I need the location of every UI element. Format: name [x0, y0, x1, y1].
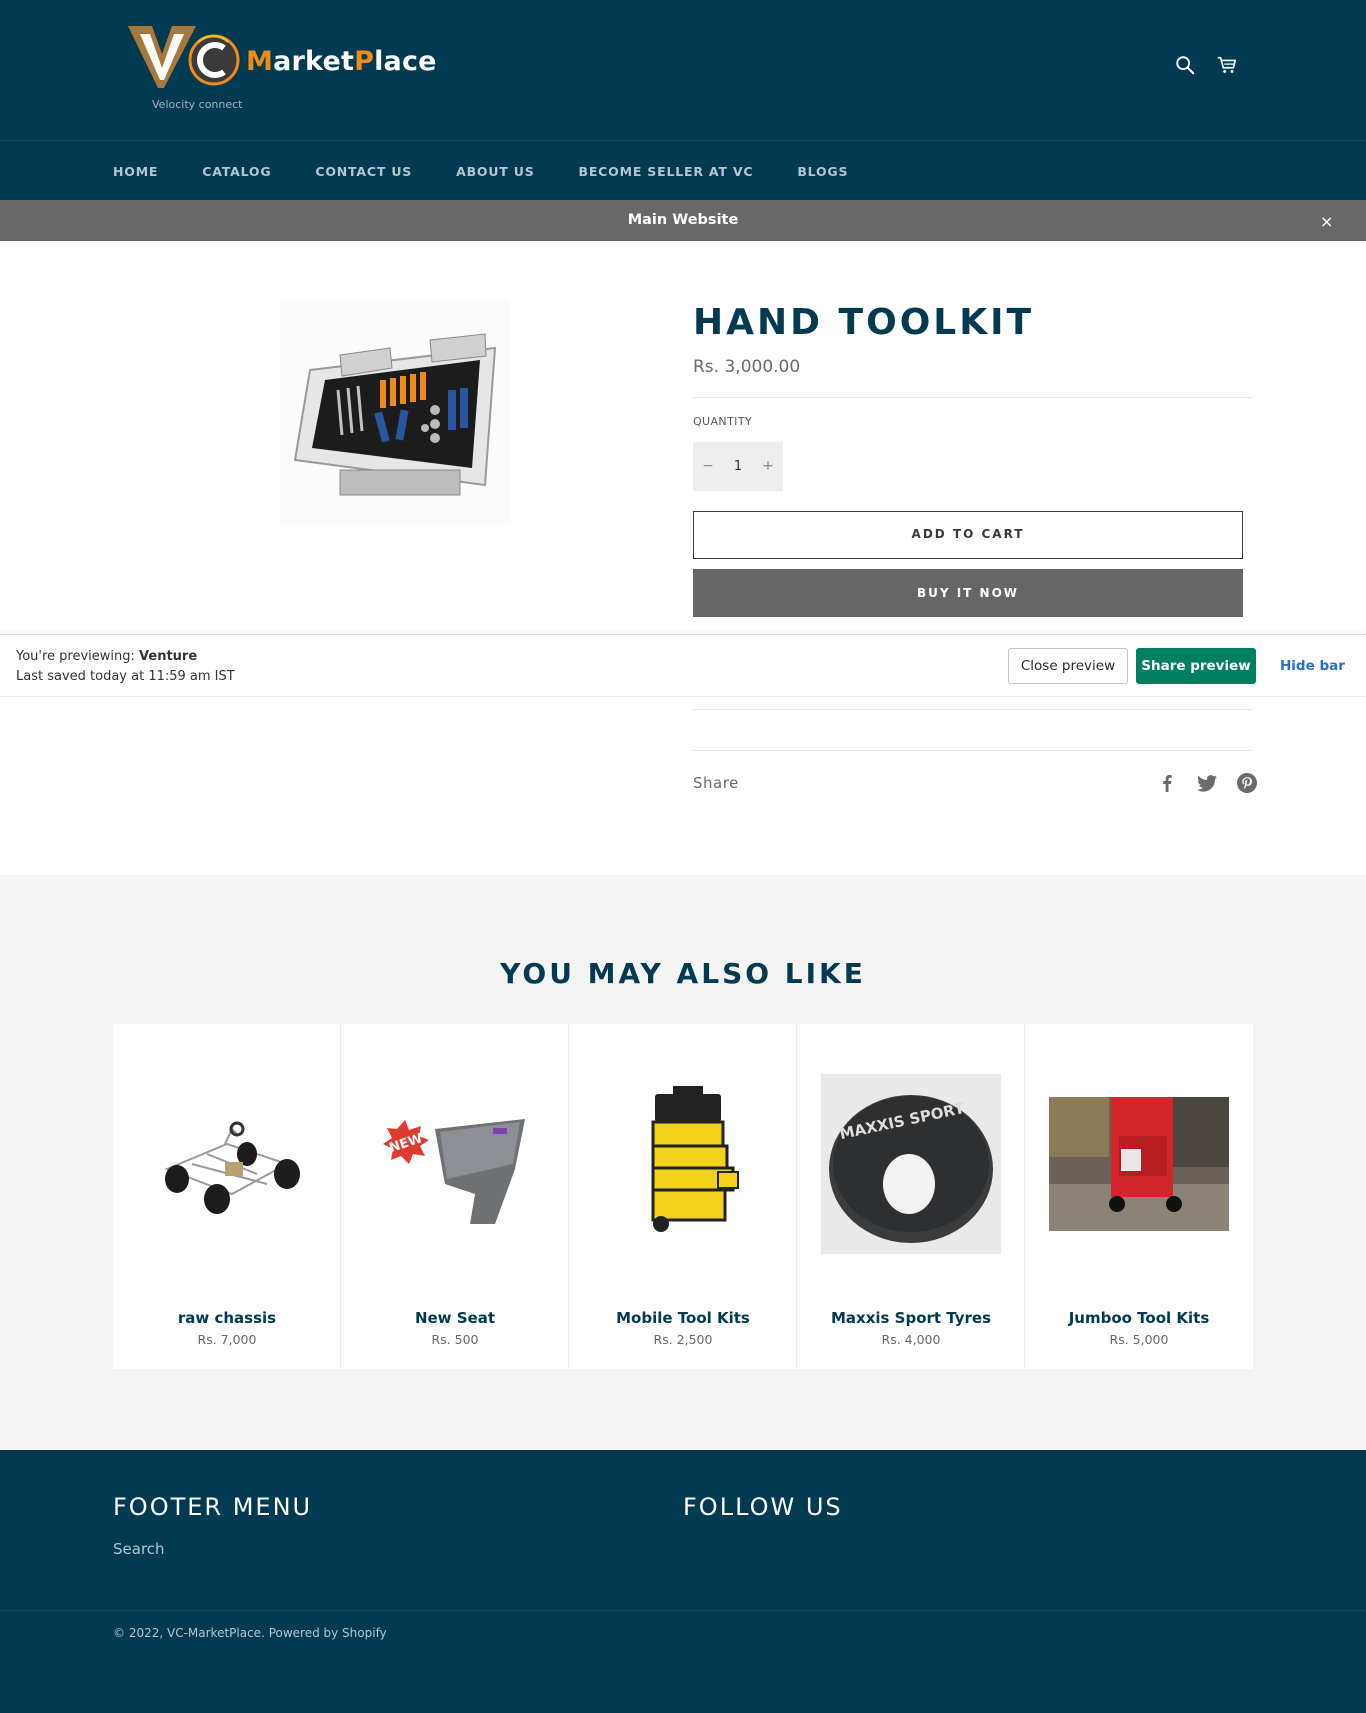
share-preview-button[interactable]: Share preview [1136, 648, 1256, 684]
shop-name-link[interactable]: VC-MarketPlace [167, 1626, 261, 1640]
product-card-price: Rs. 4,000 [881, 1332, 941, 1347]
copyright-text: © 2022, [113, 1626, 167, 1640]
nav-item-contact-us[interactable]: CONTACT US [315, 164, 412, 179]
footer-search-link[interactable]: Search [113, 1540, 165, 1558]
product-card-mobile-tool-kits[interactable]: Mobile Tool Kits Rs. 2,500 [569, 1024, 797, 1369]
related-products-section: YOU MAY ALSO LIKE raw chassis Rs. 7,000 [0, 875, 1366, 1450]
quantity-decrease-button[interactable]: − [693, 442, 723, 491]
twitter-icon[interactable] [1195, 771, 1219, 795]
buy-it-now-button[interactable]: BUY IT NOW [693, 569, 1243, 617]
divider [693, 750, 1253, 751]
header-icons [1174, 54, 1238, 76]
nav-item-about-us[interactable]: ABOUT US [456, 164, 534, 179]
product-card-name: Mobile Tool Kits [616, 1309, 750, 1327]
toolbox-image [280, 300, 510, 525]
logo-letter-p: P [354, 46, 375, 77]
preview-theme-name: Venture [139, 649, 198, 664]
close-icon[interactable]: × [1320, 212, 1333, 231]
footer-copyright: © 2022, VC-MarketPlace. Powered by Shopi… [113, 1626, 387, 1640]
announcement-text[interactable]: Main Website [0, 212, 1366, 228]
product-card-jumboo-tool-kits[interactable]: Jumboo Tool Kits Rs. 5,000 [1025, 1024, 1253, 1369]
cart-icon[interactable] [1216, 54, 1238, 76]
product-card-price: Rs. 7,000 [197, 1332, 257, 1347]
social-share-icons [1155, 771, 1259, 795]
quantity-increase-button[interactable]: + [753, 442, 783, 491]
jumbo-toolbox-image [1049, 1097, 1229, 1231]
product-card-new-seat[interactable]: NEW New Seat Rs. 500 [341, 1024, 569, 1369]
add-to-cart-button[interactable]: ADD TO CART [693, 511, 1243, 559]
nav-item-catalog[interactable]: CATALOG [202, 164, 271, 179]
divider [693, 709, 1253, 710]
seat-image: NEW [383, 1119, 525, 1224]
logo-tagline: Velocity connect [152, 98, 243, 111]
product-price: Rs. 3,000.00 [693, 357, 801, 377]
product-card-price: Rs. 5,000 [1109, 1332, 1169, 1347]
mobile-toolbox-image [651, 1086, 739, 1232]
announcement-bar[interactable]: Main Website × [0, 200, 1366, 241]
product-title: HAND TOOLKIT [693, 302, 1035, 343]
facebook-icon[interactable] [1155, 771, 1179, 795]
footer-follow-title: FOLLOW US [683, 1493, 843, 1521]
related-products-title: YOU MAY ALSO LIKE [500, 957, 866, 990]
site-header: MarketPlace Velocity connect [0, 0, 1366, 140]
tyre-image: MAXXIS SPORT [821, 1074, 1001, 1254]
product-card-raw-chassis[interactable]: raw chassis Rs. 7,000 [113, 1024, 341, 1369]
powered-by-shopify-link[interactable]: . Powered by Shopify [261, 1626, 387, 1640]
product-card-price: Rs. 500 [431, 1332, 479, 1347]
product-card-name: New Seat [414, 1309, 496, 1327]
preview-prefix: You're previewing: [16, 649, 140, 664]
store-logo[interactable]: MarketPlace Velocity connect [126, 20, 436, 120]
logo-letters-lace: lace [374, 46, 437, 77]
nav-list: HOME CATALOG CONTACT US ABOUT US BECOME … [113, 164, 892, 179]
quantity-input[interactable]: 1 [723, 442, 753, 491]
product-image[interactable] [280, 300, 510, 525]
divider [693, 397, 1253, 398]
product-card-price: Rs. 2,500 [653, 1332, 713, 1347]
product-card-maxxis-sport-tyres[interactable]: MAXXIS SPORT Maxxis Sport Tyres Rs. 4,00… [797, 1024, 1025, 1369]
product-card-name: raw chassis [177, 1309, 277, 1327]
logo-wordmark: MarketPlace [246, 46, 437, 77]
related-products-grid: raw chassis Rs. 7,000 NEW New Seat Rs. 5… [113, 1024, 1253, 1369]
product-card-name: Maxxis Sport Tyres [830, 1309, 992, 1327]
pinterest-icon[interactable] [1235, 771, 1259, 795]
search-icon[interactable] [1174, 54, 1196, 76]
logo-letter-m: M [246, 46, 274, 77]
logo-letters-arket: arket [273, 46, 355, 77]
product-card-name: Jumboo Tool Kits [1068, 1309, 1210, 1327]
hide-bar-link[interactable]: Hide bar [1280, 658, 1345, 674]
vc-logo-mark-icon [128, 26, 240, 88]
main-navigation: HOME CATALOG CONTACT US ABOUT US BECOME … [0, 140, 1366, 200]
close-preview-button[interactable]: Close preview [1008, 648, 1128, 684]
share-label: Share [693, 774, 739, 792]
nav-item-home[interactable]: HOME [113, 164, 158, 179]
theme-preview-bar: You're previewing: Venture Last saved to… [0, 634, 1366, 697]
footer-divider [0, 1610, 1366, 1611]
nav-item-become-seller[interactable]: BECOME SELLER AT VC [579, 164, 754, 179]
preview-last-saved: Last saved today at 11:59 am IST [16, 669, 235, 684]
nav-item-blogs[interactable]: BLOGS [797, 164, 848, 179]
site-footer: FOOTER MENU FOLLOW US Search © 2022, VC-… [0, 1450, 1366, 1713]
footer-menu-title: FOOTER MENU [113, 1493, 313, 1521]
quantity-label: QUANTITY [693, 415, 753, 428]
preview-status: You're previewing: Venture [16, 649, 197, 664]
quantity-stepper: − 1 + [693, 442, 783, 491]
raw-chassis-image [164, 1121, 300, 1214]
